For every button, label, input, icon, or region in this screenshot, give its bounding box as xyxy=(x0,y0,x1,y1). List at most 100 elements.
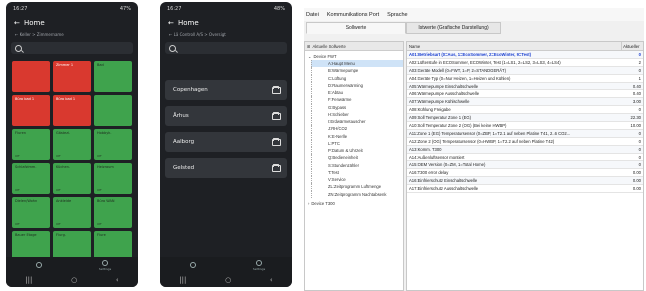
parameter-value-cell[interactable]: 1 xyxy=(622,75,643,82)
room-tile[interactable]: Zimmer 1 xyxy=(53,61,91,92)
room-tile[interactable]: Heizraum Off xyxy=(94,163,132,194)
breadcrumb[interactable]: ← Lä Controll A/S > Oversigt xyxy=(160,30,292,39)
tree-item[interactable]: A:Haupt Menu xyxy=(311,60,403,68)
room-tile[interactable]: Schlafzimm. Off xyxy=(12,163,50,194)
tree-node-device-fwt[interactable]: ⌄ Device FWT xyxy=(305,53,403,60)
table-row[interactable]: A01:Betriebsart (0=Aus, 1=EcoSommer, 2=E… xyxy=(407,51,643,59)
parameter-value-cell[interactable]: 22.30 xyxy=(622,114,643,121)
tree-item[interactable]: H:Schieber xyxy=(311,110,403,118)
nav-settings-tab[interactable]: Settings xyxy=(94,259,116,271)
column-header-name[interactable]: Name xyxy=(407,42,623,50)
recent-apps-icon[interactable]: ||| xyxy=(179,276,186,284)
room-tile[interactable] xyxy=(12,61,50,92)
menu-datei[interactable]: Datei xyxy=(306,12,319,18)
table-row[interactable]: A11:Zone 1 (EG) Temperatursensor (0=ZBP,… xyxy=(407,129,643,138)
table-row[interactable]: A13:Komm. T300 0 xyxy=(407,145,643,154)
parameter-value-cell[interactable]: 0 xyxy=(622,154,643,161)
table-row[interactable]: A09:Soll Temperatur Zone 1 (EG) 22.30 xyxy=(407,114,643,123)
tree-item[interactable]: G:Bypass xyxy=(311,103,403,111)
table-row[interactable]: A07:Wärmepumpe Kühlschwelle 3.00 xyxy=(407,98,643,107)
tab-istwerte[interactable]: Istwerte (Grafische Darstellung) xyxy=(406,22,501,34)
parameter-value-cell[interactable]: 0 xyxy=(622,161,643,168)
home-button-icon[interactable]: ○ xyxy=(225,276,231,284)
tree-item[interactable]: F:Fenwärme xyxy=(311,96,403,104)
tree-item[interactable]: J:RH/CO2 xyxy=(311,125,403,133)
menu-sprache[interactable]: Sprache xyxy=(387,12,408,18)
nav-home-tab[interactable] xyxy=(182,262,204,268)
back-button-icon[interactable]: ‹ xyxy=(270,276,273,284)
search-input[interactable] xyxy=(11,42,133,54)
recent-apps-icon[interactable]: ||| xyxy=(25,276,32,284)
tab-sollwerte[interactable]: Sollwerte xyxy=(306,22,406,34)
parameter-value-cell[interactable]: 0 xyxy=(622,138,643,145)
parameter-value-cell[interactable]: 0 xyxy=(622,106,643,113)
tree-item[interactable]: P:Datum & Uhrzeit xyxy=(311,147,403,155)
breadcrumb[interactable]: ← Keller > Zimmername xyxy=(6,30,138,39)
room-tile[interactable]: Büro bad 1 xyxy=(53,95,91,126)
search-input[interactable] xyxy=(165,42,287,54)
location-item-aalborg[interactable]: Aalborg xyxy=(165,132,287,152)
parameter-value-cell[interactable]: 0.40 xyxy=(622,90,643,97)
tree-item[interactable]: ZN:Zeitprogramm Nachtabsenk xyxy=(311,190,403,198)
parameter-value-cell[interactable]: 3.00 xyxy=(622,98,643,105)
room-tile[interactable]: Fluren Off xyxy=(12,129,50,160)
tree-item[interactable]: Q:Bedieneinheit xyxy=(311,154,403,162)
back-arrow-icon[interactable]: ← xyxy=(14,19,24,27)
room-tile[interactable]: Gästezi. Off xyxy=(53,129,91,160)
table-row[interactable]: A14:Außenluftsensor montiert 0 xyxy=(407,154,643,162)
column-header-value[interactable]: Aktueller xyxy=(622,42,643,50)
room-tile[interactable]: Bad xyxy=(94,61,132,92)
back-arrow-icon[interactable]: ← xyxy=(168,19,178,27)
room-tile[interactable] xyxy=(94,95,132,126)
tree-header[interactable]: ⊞ Aktuelle Sollwerte xyxy=(305,42,403,51)
parameter-value-cell[interactable]: 10.00 xyxy=(622,122,643,129)
room-tile[interactable]: Büro WAN Off xyxy=(94,197,132,228)
table-row[interactable]: A05:Wärmepumpe Einschaltschwelle 0.40 xyxy=(407,82,643,91)
table-row[interactable]: A08:Kühlung Freigabe 0 xyxy=(407,106,643,115)
parameter-value-cell[interactable]: 0 xyxy=(622,146,643,153)
home-button-icon[interactable]: ○ xyxy=(71,276,77,284)
table-row[interactable]: A02:Lüfterstufe in ECOSommer, ECOWinter,… xyxy=(407,59,643,67)
table-row[interactable]: A10:Soll Temperatur Zone 2 (OG) (Bei kei… xyxy=(407,122,643,130)
location-item-gelsted[interactable]: Gelsted xyxy=(165,158,287,178)
table-row[interactable]: A16:T300 error delay 0.00 xyxy=(407,169,643,178)
location-item-copenhagen[interactable]: Copenhagen xyxy=(165,80,287,100)
table-row[interactable]: A17:Einfrierschutz Ausschaltschwelle 0.00 xyxy=(407,185,643,194)
tree-item[interactable]: L:PTC xyxy=(311,139,403,147)
parameter-value-cell[interactable]: 0.00 xyxy=(622,185,643,192)
tree-item[interactable]: E:Abtau xyxy=(311,89,403,97)
room-tile[interactable]: Dielen/Wohn Off xyxy=(12,197,50,228)
tree-item[interactable]: I:Erdwärmetauscher xyxy=(311,118,403,126)
back-button-icon[interactable]: ‹ xyxy=(116,276,119,284)
tree-node-device-t300[interactable]: › Device T300 xyxy=(305,200,403,207)
nav-home-tab[interactable] xyxy=(28,262,50,268)
room-tile[interactable]: Büro bad 1 xyxy=(12,95,50,126)
parameter-value-cell[interactable]: 2 xyxy=(622,59,643,66)
room-tile[interactable]: Küchen. Off xyxy=(53,163,91,194)
tree-item[interactable]: K:E-Nerlle xyxy=(311,132,403,140)
table-row[interactable]: A12:Zone 2 (OG) Temperatursensor (0=HWBP… xyxy=(407,138,643,146)
table-row[interactable]: A06:Wärmepumpe Ausschaltschwelle 0.40 xyxy=(407,90,643,99)
table-row[interactable]: A03:Geräte Modell (0=FWT, 1=P, 2=STANDGE… xyxy=(407,66,643,75)
parameter-value-cell[interactable]: 0 xyxy=(622,67,643,74)
tree-item[interactable]: B:Wärmepumpe xyxy=(311,67,403,75)
table-row[interactable]: A15:OEM Version (0=ZM, 1=Total Home) 0 xyxy=(407,161,643,170)
tree-item[interactable]: V:Service xyxy=(311,176,403,184)
parameter-value-cell[interactable]: 0 xyxy=(622,130,643,137)
table-row[interactable]: A16:Einfrierschutz Einschaltschwelle 0.00 xyxy=(407,177,643,186)
parameter-value-cell[interactable]: 0.00 xyxy=(622,169,643,176)
room-tile[interactable]: Hobbyk. Off xyxy=(94,129,132,160)
parameter-value-cell[interactable]: 0.40 xyxy=(622,83,643,90)
tree-item[interactable]: S:Stundenzähler xyxy=(311,161,403,169)
tree-item[interactable]: C:Lüftung xyxy=(311,74,403,82)
location-item-arhus[interactable]: Århus xyxy=(165,106,287,126)
menu-kommunikations-port[interactable]: Kommunikations Port xyxy=(327,12,379,18)
tree-item[interactable]: T:Test xyxy=(311,168,403,176)
parameter-value-cell[interactable]: 0.00 xyxy=(622,177,643,184)
tree-item[interactable]: D:Raumerwärming xyxy=(311,81,403,89)
table-row[interactable]: A04:Geräte Typ (0=Nur Heizen, 1=Heizen u… xyxy=(407,75,643,83)
tree-item[interactable]: ZL:Zeitprogramm Luftmenge xyxy=(311,183,403,191)
nav-settings-tab[interactable]: Settings xyxy=(248,259,270,271)
parameter-value-cell[interactable]: 0 xyxy=(622,51,643,58)
room-tile[interactable]: Ankleide Off xyxy=(53,197,91,228)
